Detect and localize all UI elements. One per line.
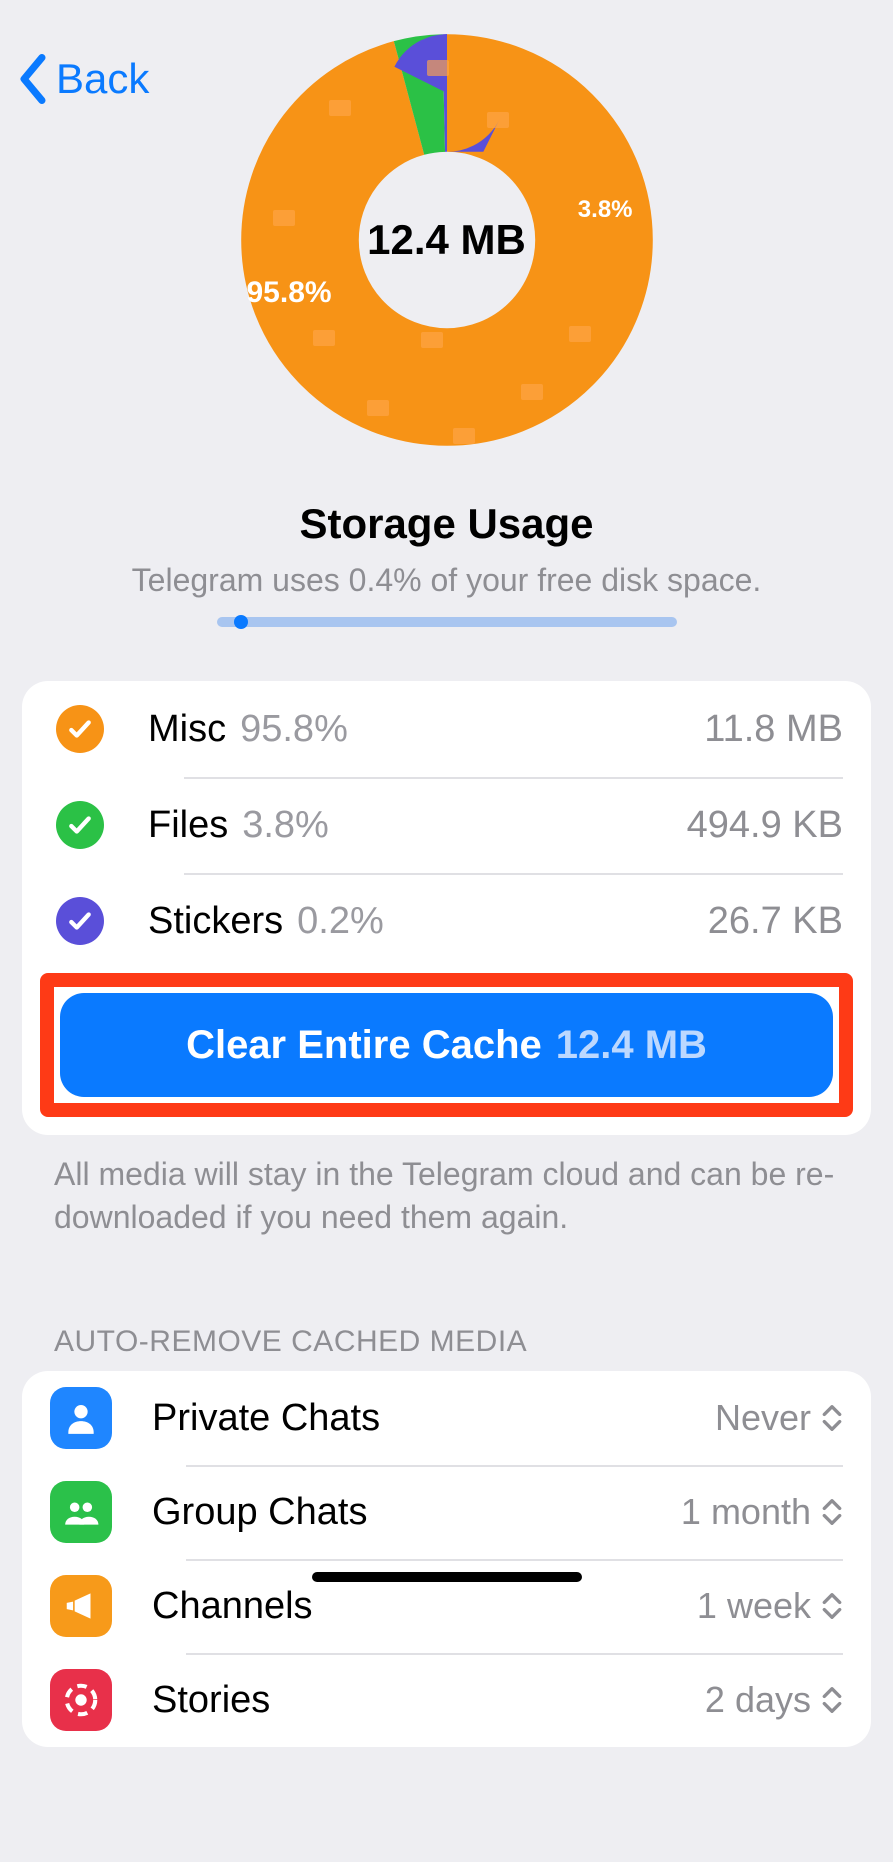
auto-remove-name: Group Chats	[152, 1491, 367, 1534]
back-button[interactable]: Back	[18, 54, 149, 104]
donut-center-value: 12.4 MB	[237, 30, 657, 450]
category-size: 26.7 KB	[708, 900, 843, 943]
chevron-left-icon	[18, 54, 48, 104]
category-pct: 95.8%	[240, 708, 348, 751]
stepper-icon	[821, 1497, 843, 1527]
category-row[interactable]: Stickers 0.2% 26.7 KB	[22, 873, 871, 969]
auto-remove-row[interactable]: Private Chats Never	[22, 1371, 871, 1465]
clear-cache-button[interactable]: Clear Entire Cache 12.4 MB	[60, 993, 833, 1097]
clear-cache-highlight: Clear Entire Cache 12.4 MB	[40, 973, 853, 1117]
auto-remove-name: Stories	[152, 1679, 270, 1722]
check-icon	[56, 705, 104, 753]
storage-donut-chart: 12.4 MB 95.8% 3.8%	[237, 30, 657, 450]
category-pct: 0.2%	[297, 900, 384, 943]
stepper-icon	[821, 1685, 843, 1715]
donut-slice-label-misc: 95.8%	[247, 276, 332, 310]
stepper-icon	[821, 1403, 843, 1433]
category-name: Stickers	[148, 900, 283, 943]
category-pct: 3.8%	[242, 804, 329, 847]
auto-remove-row[interactable]: Group Chats 1 month	[22, 1465, 871, 1559]
category-size: 494.9 KB	[687, 804, 843, 847]
stepper-icon	[821, 1591, 843, 1621]
category-size: 11.8 MB	[704, 708, 843, 751]
auto-remove-row[interactable]: Stories 2 days	[22, 1653, 871, 1747]
auto-remove-value: Never	[715, 1397, 811, 1439]
cache-footnote: All media will stay in the Telegram clou…	[54, 1153, 839, 1239]
home-indicator	[312, 1572, 582, 1582]
page-title: Storage Usage	[0, 500, 893, 548]
auto-remove-value: 2 days	[705, 1679, 811, 1721]
check-icon	[56, 897, 104, 945]
cache-categories-card: Misc 95.8% 11.8 MB Files 3.8% 494.9 KB Sticker…	[22, 681, 871, 1135]
category-row[interactable]: Files 3.8% 494.9 KB	[22, 777, 871, 873]
clear-cache-label: Clear Entire Cache	[186, 1023, 542, 1068]
clear-cache-size: 12.4 MB	[556, 1023, 707, 1068]
category-row[interactable]: Misc 95.8% 11.8 MB	[22, 681, 871, 777]
check-icon	[56, 801, 104, 849]
auto-remove-header: AUTO-REMOVE CACHED MEDIA	[54, 1325, 839, 1359]
person-icon	[50, 1387, 112, 1449]
auto-remove-value: 1 month	[681, 1491, 811, 1533]
auto-remove-name: Channels	[152, 1585, 313, 1628]
auto-remove-value: 1 week	[697, 1585, 811, 1627]
megaphone-icon	[50, 1575, 112, 1637]
page-subtitle: Telegram uses 0.4% of your free disk spa…	[0, 562, 893, 599]
category-name: Misc	[148, 708, 226, 751]
back-label: Back	[56, 55, 149, 103]
donut-slice-label-files: 3.8%	[578, 196, 633, 224]
auto-remove-card: Private Chats Never Group Chats 1 month Chan…	[22, 1371, 871, 1747]
group-icon	[50, 1481, 112, 1543]
category-name: Files	[148, 804, 228, 847]
auto-remove-name: Private Chats	[152, 1397, 380, 1440]
disk-usage-bar	[217, 617, 677, 627]
stories-icon	[50, 1669, 112, 1731]
